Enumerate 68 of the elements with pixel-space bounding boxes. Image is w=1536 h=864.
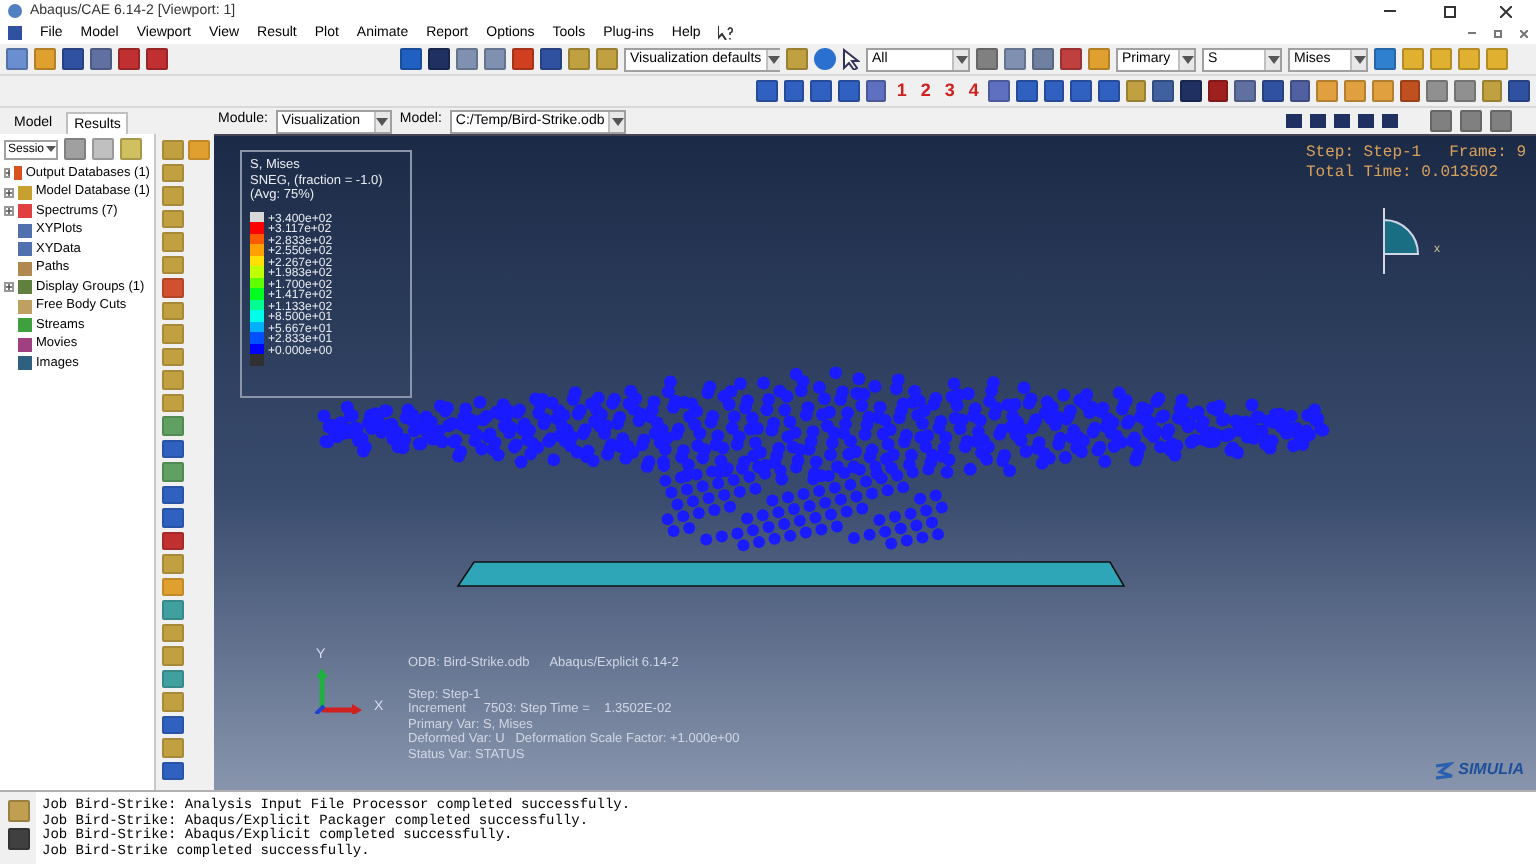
tool-palette-icon[interactable]	[161, 163, 183, 182]
view-number-button[interactable]: 1	[892, 82, 911, 100]
tool-palette-icon[interactable]	[161, 623, 183, 642]
tool-palette-icon[interactable]	[161, 347, 183, 366]
expand-icon[interactable]	[4, 187, 14, 198]
frame-label: Frame: 9	[1449, 144, 1526, 164]
tool-palette-icon[interactable]	[161, 508, 183, 527]
tool-palette-icon[interactable]	[161, 186, 183, 205]
tool-palette-icon[interactable]	[161, 485, 183, 504]
step-label: Step: Step-1	[1305, 144, 1422, 164]
tool-palette-icon[interactable]	[161, 301, 183, 320]
caret-icon	[765, 49, 780, 69]
toolbar-icon[interactable]	[810, 80, 833, 102]
toolbar-icon[interactable]	[1070, 80, 1093, 102]
logo-icon	[1434, 761, 1455, 779]
tool-palette-icon[interactable]	[161, 209, 183, 228]
view-number-button[interactable]: 2	[916, 82, 935, 100]
tool-palette-icon[interactable]	[161, 669, 183, 688]
toolbar-icon[interactable]	[1152, 80, 1175, 102]
caret-icon	[608, 111, 624, 131]
tool-palette-icon[interactable]	[161, 439, 183, 458]
toolbar-icon[interactable]	[1399, 80, 1421, 102]
pointer-icon[interactable]	[842, 48, 860, 70]
expand-icon[interactable]	[4, 206, 14, 217]
close-icon[interactable]	[1500, 5, 1512, 17]
caret-icon	[1178, 49, 1194, 69]
tool-palette-icon[interactable]	[161, 278, 183, 297]
caret-icon	[373, 111, 390, 131]
toolbar-icon[interactable]	[783, 80, 805, 102]
view-number-button[interactable]: 3	[940, 82, 959, 100]
tool-palette-icon[interactable]	[161, 600, 183, 619]
tool-palette-icon[interactable]	[161, 577, 183, 596]
expand-icon[interactable]	[4, 282, 14, 293]
tool-palette-icon[interactable]	[161, 738, 183, 757]
toolbar-icon[interactable]	[1289, 80, 1311, 102]
tool-palette-icon[interactable]	[161, 715, 183, 734]
tool-palette-icon[interactable]	[161, 416, 183, 435]
toolbar-icon[interactable]	[1207, 80, 1229, 102]
toolbar-icon[interactable]	[865, 80, 887, 102]
help-cursor-icon[interactable]	[718, 26, 735, 40]
toolbar-icon[interactable]	[988, 80, 1011, 102]
tool-palette-icon[interactable]	[161, 393, 183, 412]
tool-palette-icon[interactable]	[161, 370, 183, 389]
caret-icon	[1350, 49, 1366, 69]
caret-icon	[1264, 49, 1280, 69]
toolbar-icon[interactable]	[1234, 80, 1257, 102]
expand-icon[interactable]	[4, 168, 10, 179]
caret-icon	[952, 49, 968, 69]
total-time-label: Total Time: 0.013502	[1305, 164, 1500, 184]
tool-palette-icon[interactable]	[161, 646, 183, 665]
tool-palette-icon[interactable]	[161, 255, 183, 274]
view-number-button[interactable]: 4	[964, 82, 983, 100]
tool-palette-icon[interactable]	[161, 692, 183, 711]
tool-palette-icon[interactable]	[161, 554, 183, 573]
toolbar-icon[interactable]	[1043, 80, 1065, 102]
toolbar-icon[interactable]	[7, 828, 29, 850]
caret-icon	[46, 146, 57, 152]
tool-palette-icon[interactable]	[161, 324, 183, 343]
tool-palette-icon[interactable]	[161, 232, 183, 251]
app-icon	[8, 4, 22, 18]
tool-palette-icon[interactable]	[161, 761, 183, 780]
tool-palette-icon[interactable]	[161, 140, 183, 159]
tool-palette-icon[interactable]	[161, 462, 183, 481]
restore-icon[interactable]	[1444, 5, 1456, 17]
tool-palette-icon[interactable]	[161, 531, 183, 550]
brand-logo: SIMULIA	[1458, 758, 1524, 782]
tool-palette-icon[interactable]	[187, 140, 209, 159]
info-icon[interactable]	[814, 48, 836, 70]
